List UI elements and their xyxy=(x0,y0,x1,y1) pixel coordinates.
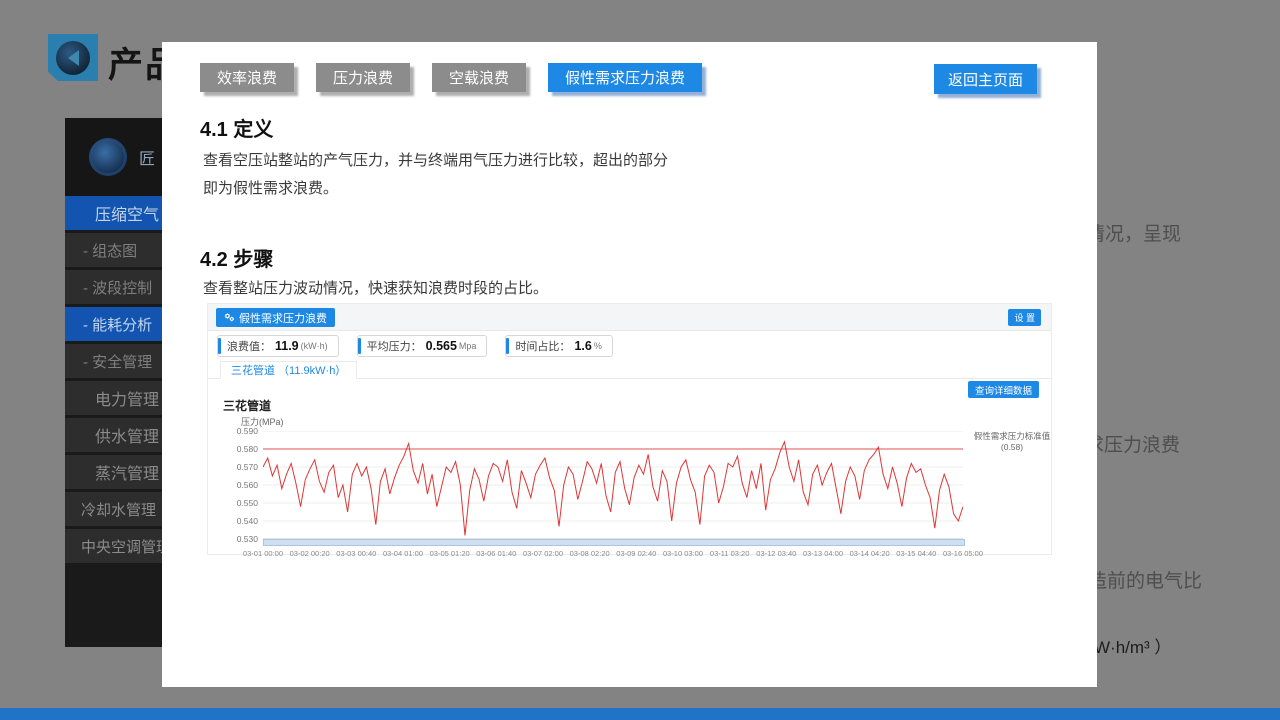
bg-text-fragment: W·h/m³ ） xyxy=(1094,633,1171,658)
stat-accent-bar xyxy=(506,338,509,354)
company-logo-icon xyxy=(89,138,127,176)
tab-inactive[interactable]: 压力浪费 xyxy=(316,63,410,92)
dashboard-header: 假性需求压力浪费 设 置 xyxy=(208,304,1051,331)
threshold-annotation: 假性需求压力标准值 (0.58) xyxy=(966,431,1058,453)
y-tick-label: 0.540 xyxy=(208,516,258,526)
stat-waste-value: 浪费值： 11.9 (kW·h) xyxy=(217,335,339,357)
x-tick-label: 03-16 05:00 xyxy=(933,549,993,558)
definition-line: 即为假性需求浪费。 xyxy=(203,175,668,203)
y-tick-label: 0.560 xyxy=(208,480,258,490)
stat-accent-bar xyxy=(218,338,221,354)
pipe-tab[interactable]: 三花管道 （11.9kW·h） xyxy=(220,361,357,379)
bottom-accent-bar xyxy=(0,708,1280,720)
waste-type-tabs: 效率浪费压力浪费空载浪费假性需求压力浪费 xyxy=(200,63,702,92)
back-circle-icon xyxy=(56,41,90,75)
bg-text-fragment: 造前的电气比 xyxy=(1088,566,1202,593)
tab-active[interactable]: 假性需求压力浪费 xyxy=(548,63,702,92)
y-tick-label: 0.530 xyxy=(208,534,258,544)
stats-row: 浪费值： 11.9 (kW·h) 平均压力： 0.565 Mpa 时间占比： 1… xyxy=(217,335,613,357)
dashboard-screenshot: 假性需求压力浪费 设 置 浪费值： 11.9 (kW·h) 平均压力： 0.56… xyxy=(207,303,1052,555)
bg-text-fragment: 情况，呈现 xyxy=(1086,219,1181,246)
section-heading-steps: 4.2 步骤 xyxy=(200,243,273,272)
definition-line: 查看空压站整站的产气压力，并与终端用气压力进行比较，超出的部分 xyxy=(203,147,668,175)
chart-title: 三花管道 xyxy=(223,397,271,414)
y-tick-label: 0.570 xyxy=(208,462,258,472)
manual-overlay: 效率浪费压力浪费空载浪费假性需求压力浪费 返回主页面 4.1 定义 查看空压站整… xyxy=(162,42,1097,687)
y-tick-label: 0.550 xyxy=(208,498,258,508)
gears-icon xyxy=(224,312,235,323)
pressure-line-chart xyxy=(263,431,963,539)
module-badge[interactable]: 假性需求压力浪费 xyxy=(216,308,335,327)
stat-time-ratio: 时间占比： 1.6 % xyxy=(505,335,612,357)
definition-body: 查看空压站整站的产气压力，并与终端用气压力进行比较，超出的部分 即为假性需求浪费… xyxy=(203,147,668,203)
tab-inactive[interactable]: 效率浪费 xyxy=(200,63,294,92)
module-title: 假性需求压力浪费 xyxy=(239,310,327,326)
sidebar-brand: 匠 xyxy=(139,145,155,169)
y-tick-label: 0.590 xyxy=(208,426,258,436)
tab-inactive[interactable]: 空载浪费 xyxy=(432,63,526,92)
stat-average-pressure: 平均压力： 0.565 Mpa xyxy=(357,335,488,357)
datazoom-slider[interactable] xyxy=(263,539,965,546)
settings-button[interactable]: 设 置 xyxy=(1008,309,1041,326)
stat-accent-bar xyxy=(358,338,361,354)
steps-line: 查看整站压力波动情况，快速获知浪费时段的占比。 xyxy=(203,275,548,303)
back-triangle-icon xyxy=(68,50,79,66)
back-to-main-button[interactable]: 返回主页面 xyxy=(934,64,1037,94)
steps-body: 查看整站压力波动情况，快速获知浪费时段的占比。 xyxy=(203,275,548,303)
query-detail-button[interactable]: 查询详细数据 xyxy=(968,381,1039,398)
chart-x-ticks: 03-01 00:0003-02 00:2003-03 00:4003-04 0… xyxy=(263,549,963,559)
pipe-tab-row: 三花管道 （11.9kW·h） xyxy=(208,361,1051,379)
y-tick-label: 0.580 xyxy=(208,444,258,454)
section-heading-definition: 4.1 定义 xyxy=(200,113,273,142)
product-logo-badge xyxy=(48,34,98,81)
